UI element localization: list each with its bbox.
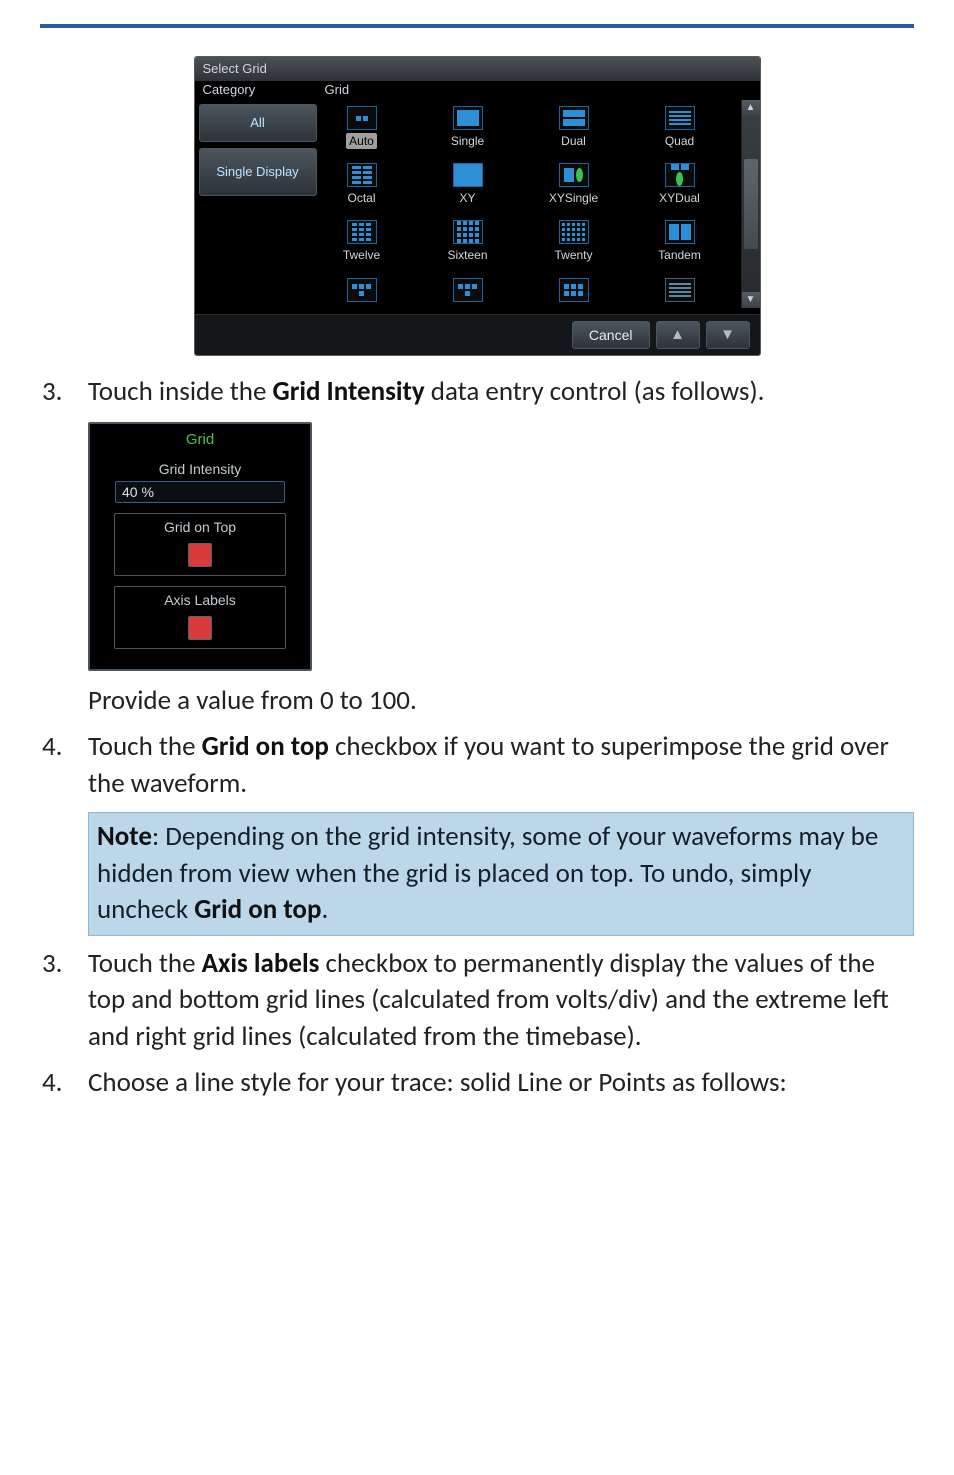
nav-down-button[interactable]: ▼ xyxy=(706,321,750,349)
grid-option-label: Twelve xyxy=(343,247,380,263)
grid-twelve-icon xyxy=(347,220,377,244)
step-text: Choose a line style for your trace: soli… xyxy=(88,1066,787,1099)
grid-option-label: Dual xyxy=(561,133,586,149)
grid-option-xy[interactable]: XY xyxy=(433,163,503,206)
grid-settings-panel: Grid Grid Intensity 40 % Grid on Top Axi… xyxy=(88,422,312,671)
step-text: data entry control (as follows). xyxy=(425,375,765,408)
scroll-thumb[interactable] xyxy=(744,159,758,249)
step-4b: 4. Choose a line style for your trace: s… xyxy=(40,1065,914,1101)
nav-up-button[interactable]: ▲ xyxy=(656,321,700,349)
grid-intensity-label: Grid Intensity xyxy=(90,460,310,479)
grid-partial-icon xyxy=(453,278,483,302)
grid-option-label: Quad xyxy=(665,133,694,149)
category-single-display-button[interactable]: Single Display xyxy=(199,148,317,196)
cancel-button[interactable]: Cancel xyxy=(572,321,650,349)
page: Select Grid Category Grid All Single Dis… xyxy=(0,0,954,1475)
grid-partial-icon xyxy=(347,278,377,302)
grid-option-label: Tandem xyxy=(658,247,701,263)
step-subtext: Provide a value from 0 to 100. xyxy=(88,683,914,719)
grid-option-sixteen[interactable]: Sixteen xyxy=(433,220,503,263)
grid-on-top-group: Grid on Top xyxy=(114,513,286,576)
note-text: . xyxy=(321,893,328,926)
header-grid: Grid xyxy=(325,81,350,99)
note-lead: Note xyxy=(97,820,152,853)
grid-option-tandem[interactable]: Tandem xyxy=(645,220,715,263)
step-3b: 3. Touch the Axis labels checkbox to per… xyxy=(40,946,914,1055)
select-grid-dialog: Select Grid Category Grid All Single Dis… xyxy=(194,56,761,356)
axis-labels-group: Axis Labels xyxy=(114,586,286,649)
grid-on-top-term: Grid on top xyxy=(202,730,329,763)
dialog-footer: Cancel ▲ ▼ xyxy=(195,314,760,355)
list-number: 3. xyxy=(40,374,88,410)
grid-option-label: XYDual xyxy=(659,190,700,206)
dialog-column-headers: Category Grid xyxy=(195,81,760,101)
grid-option-label: Twenty xyxy=(554,247,592,263)
list-number: 4. xyxy=(40,1065,88,1101)
grid-option-partial-1[interactable] xyxy=(327,278,397,308)
grid-option-partial-2[interactable] xyxy=(433,278,503,308)
grid-option-xysingle[interactable]: XYSingle xyxy=(539,163,609,206)
step-text: Touch the xyxy=(88,730,202,763)
grid-option-single[interactable]: Single xyxy=(433,106,503,149)
grid-option-auto[interactable]: Auto xyxy=(327,106,397,149)
grid-xy-icon xyxy=(453,163,483,187)
step-3a: 3. Touch inside the Grid Intensity data … xyxy=(40,374,914,720)
grid-option-xydual[interactable]: XYDual xyxy=(645,163,715,206)
dialog-title: Select Grid xyxy=(195,57,760,81)
grid-intensity-input[interactable]: 40 % xyxy=(115,481,285,503)
grid-option-dual[interactable]: Dual xyxy=(539,106,609,149)
grid-single-icon xyxy=(453,106,483,130)
grid-option-quad[interactable]: Quad xyxy=(645,106,715,149)
grid-twenty-icon xyxy=(559,220,589,244)
scroll-down-icon[interactable]: ▼ xyxy=(742,292,760,308)
grid-option-partial-4[interactable] xyxy=(645,278,715,308)
step-4a: 4. Touch the Grid on top checkbox if you… xyxy=(40,729,914,935)
grid-tandem-icon xyxy=(665,220,695,244)
grid-option-octal[interactable]: Octal xyxy=(327,163,397,206)
grid-quad-icon xyxy=(665,106,695,130)
step-text: Touch inside the xyxy=(88,375,273,408)
axis-labels-term: Axis labels xyxy=(202,947,320,980)
grid-on-top-label: Grid on Top xyxy=(115,518,285,537)
grid-xysingle-icon xyxy=(559,163,589,187)
scroll-up-icon[interactable]: ▲ xyxy=(742,100,760,116)
grid-partial-icon xyxy=(665,278,695,302)
grid-sixteen-icon xyxy=(453,220,483,244)
step-text: Touch the xyxy=(88,947,202,980)
grid-octal-icon xyxy=(347,163,377,187)
header-category: Category xyxy=(203,81,325,99)
grid-option-label: Octal xyxy=(347,190,375,206)
grid-option-twenty[interactable]: Twenty xyxy=(539,220,609,263)
grid-intensity-term: Grid Intensity xyxy=(273,375,425,408)
list-number: 4. xyxy=(40,729,88,765)
category-column: All Single Display xyxy=(199,100,317,308)
grid-option-label: Auto xyxy=(346,133,377,149)
note-box: Note: Depending on the grid intensity, s… xyxy=(88,812,914,935)
vertical-scrollbar[interactable]: ▲ ▼ xyxy=(741,100,760,308)
note-bold: Grid on top xyxy=(194,893,321,926)
grid-options-area: Auto Single Dual Quad xyxy=(317,100,737,308)
grid-option-label: XYSingle xyxy=(549,190,598,206)
grid-auto-icon xyxy=(347,106,377,130)
grid-partial-icon xyxy=(559,278,589,302)
grid-option-label: XY xyxy=(459,190,475,206)
header-rule xyxy=(40,24,914,28)
list-number: 3. xyxy=(40,946,88,982)
grid-option-partial-3[interactable] xyxy=(539,278,609,308)
axis-labels-checkbox[interactable] xyxy=(188,616,212,640)
grid-xydual-icon xyxy=(665,163,695,187)
grid-on-top-checkbox[interactable] xyxy=(188,543,212,567)
grid-option-label: Single xyxy=(451,133,484,149)
grid-dual-icon xyxy=(559,106,589,130)
grid-option-twelve[interactable]: Twelve xyxy=(327,220,397,263)
axis-labels-label: Axis Labels xyxy=(115,591,285,610)
grid-option-label: Sixteen xyxy=(447,247,487,263)
grid-panel-title: Grid xyxy=(90,424,310,460)
category-all-button[interactable]: All xyxy=(199,104,317,142)
